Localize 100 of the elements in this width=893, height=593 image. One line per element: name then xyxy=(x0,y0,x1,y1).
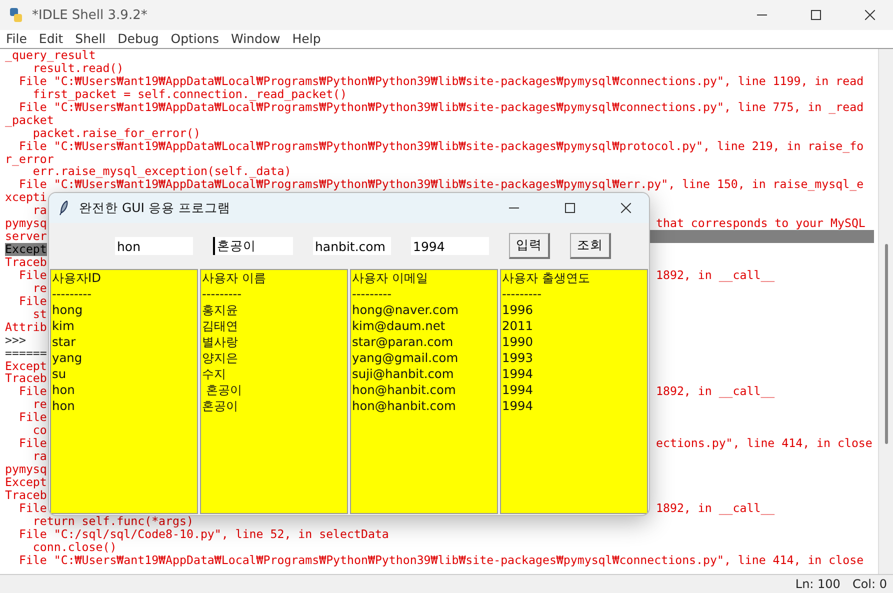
input-field[interactable]: hanbit.com xyxy=(313,237,391,255)
close-icon[interactable] xyxy=(621,203,631,213)
list-entry: hon xyxy=(52,398,76,414)
list-entry: su xyxy=(52,366,68,382)
menu-item[interactable]: Shell xyxy=(69,30,112,48)
list-entry: yang@gmail.com xyxy=(352,350,460,366)
shell-output-line: ra xyxy=(32,450,47,463)
list-entry: 혼공이 xyxy=(202,398,239,414)
shell-output-line: err.raise_mysql_exception(self._data) xyxy=(32,165,292,178)
shell-output-line: File "C:₩Users₩ant19₩AppData₩Local₩Programs₩Python₩Python39₩lib₩site-packages₩pymysql₩err.py", line 150, in raise_mysql_e xyxy=(18,178,864,192)
list-entry: 홍지윤 xyxy=(202,302,239,318)
shell-output-line: Traceb xyxy=(5,372,47,386)
shell-output-line: r_error xyxy=(5,152,54,166)
shell-output-line: File xyxy=(18,411,47,424)
list-entry: 1993 xyxy=(502,350,534,366)
shell-output-line: co xyxy=(32,424,47,438)
column-number: Col: 0 xyxy=(852,577,887,591)
shell-output-line: first_packet = self.connection._read_packet() xyxy=(32,88,348,101)
shell-output-line: result.read() xyxy=(32,62,124,75)
list-entry: --------- xyxy=(52,286,93,302)
shell-output-line: conn.close() xyxy=(32,540,117,554)
line-number: Ln: 100 xyxy=(795,577,840,591)
list-entry: 사용자 이메일 xyxy=(352,270,429,286)
list-entry: 1996 xyxy=(502,302,534,318)
menu-item[interactable]: Edit xyxy=(32,30,70,48)
list-entry: 2011 xyxy=(502,318,534,334)
list-entry: 사용자 출생연도 xyxy=(502,270,591,286)
shell-output-line: ra xyxy=(32,204,47,218)
shell-output-line: that corresponds to your MySQL xyxy=(655,217,866,230)
shell-output-line: pymysq xyxy=(5,463,47,476)
shell-output-line: File xyxy=(18,500,47,515)
menu-item[interactable]: Window xyxy=(224,30,286,48)
shell-output-line: File "C:₩Users₩ant19₩AppData₩Local₩Programs₩Python₩Python39₩lib₩site-packages₩pymysql₩protocol.py", line 219, in raise_fo xyxy=(18,140,864,152)
menu-item[interactable]: Debug xyxy=(112,30,165,48)
list-entry: 혼공이 xyxy=(204,382,243,398)
list-entry: 양지은 xyxy=(202,350,239,366)
list-entry: kim@daum.net xyxy=(352,318,446,334)
list-entry: 별사랑 xyxy=(202,334,239,350)
shell-output-line: pymysq xyxy=(5,216,47,230)
shell-output-line: re xyxy=(32,282,47,295)
shell-output-line: ====== xyxy=(5,346,47,360)
shell-output-line: st xyxy=(32,308,47,321)
shell-output-line: Traceb xyxy=(5,256,47,269)
shell-output-line: Attrib xyxy=(5,320,47,334)
shell-output-line: 1892, in __call__ xyxy=(655,268,776,282)
shell-output-line: File xyxy=(18,384,47,398)
close-icon[interactable] xyxy=(865,10,875,20)
list-entry: kim xyxy=(52,318,76,334)
shell-output-line: ections.py", line 414, in close xyxy=(655,437,874,450)
shell-output-line: File "C:/sql/sql/Code8-10.py", line 52, in selectData xyxy=(18,528,389,541)
shell-output-line: >>> xyxy=(5,334,26,347)
shell-output-line: File "C:₩Users₩ant19₩AppData₩Local₩Programs₩Python₩Python39₩lib₩site-packages₩pymysql₩connections.py", line 1199, in read xyxy=(18,74,864,88)
shell-output-line: packet.raise_for_error() xyxy=(32,126,200,140)
list-entry: --------- xyxy=(352,286,393,302)
input-field[interactable]: 혼공이 xyxy=(213,237,293,255)
list-entry: 1994 xyxy=(502,382,534,398)
input-field[interactable]: 1994 xyxy=(411,237,489,255)
shell-output-line: File "C:₩Users₩ant19₩AppData₩Local₩Programs₩Python₩Python39₩lib₩site-packages₩pymysql₩connections.py", line 775, in _read xyxy=(18,100,864,114)
list-entry: hong xyxy=(52,302,84,318)
shell-output-line: File xyxy=(18,436,47,450)
shell-output-line: xcepti xyxy=(5,191,47,204)
list-entry: 1994 xyxy=(502,366,534,382)
list-entry: 1990 xyxy=(502,334,534,350)
list-entry: hon@hanbit.com xyxy=(352,382,457,398)
list-entry: hon@hanbit.com xyxy=(352,398,457,414)
list-entry: hon xyxy=(52,382,76,398)
shell-output-line: 1892, in __call__ xyxy=(655,502,776,515)
shell-output-line: re xyxy=(32,398,47,412)
menu-item[interactable]: File xyxy=(0,30,33,48)
action-button[interactable]: 입력 xyxy=(509,233,550,259)
list-entry: --------- xyxy=(202,286,243,302)
list-entry: 사용자 이름 xyxy=(202,270,267,286)
shell-output-line: Except xyxy=(5,476,47,489)
list-entry: 1994 xyxy=(502,398,534,414)
list-entry: suji@hanbit.com xyxy=(352,366,455,382)
action-button[interactable]: 조회 xyxy=(570,233,611,259)
list-entry: yang xyxy=(52,350,84,366)
maximize-icon[interactable] xyxy=(565,203,575,213)
feather-icon xyxy=(59,200,69,216)
menu-item[interactable]: Options xyxy=(164,30,225,48)
list-entry: 수지 xyxy=(202,366,227,382)
menu-item[interactable]: Help xyxy=(286,30,327,48)
dialog-title: 완전한 GUI 응용 프로그램 xyxy=(79,200,230,216)
shell-output-line: return self.func(*args) xyxy=(32,514,194,528)
list-entry: star xyxy=(52,334,77,350)
window-title: *IDLE Shell 3.9.2* xyxy=(32,8,148,22)
maximize-icon[interactable] xyxy=(811,10,821,20)
shell-output-line: _packet xyxy=(5,114,54,127)
scrollbar[interactable] xyxy=(878,49,893,574)
shell-output-line: File xyxy=(18,294,47,308)
shell-output-line: Traceb xyxy=(5,488,47,502)
shell-output-line: _query_result xyxy=(5,49,96,62)
list-entry: star@paran.com xyxy=(352,334,454,350)
shell-output-line: File xyxy=(18,268,47,282)
shell-output-line: Except xyxy=(5,360,47,372)
input-field[interactable]: hon xyxy=(115,237,193,255)
list-entry: --------- xyxy=(502,286,543,302)
list-entry: 사용자ID xyxy=(52,270,102,286)
shell-output-line: 1892, in __call__ xyxy=(655,385,776,398)
list-entry: 김태연 xyxy=(202,318,239,334)
